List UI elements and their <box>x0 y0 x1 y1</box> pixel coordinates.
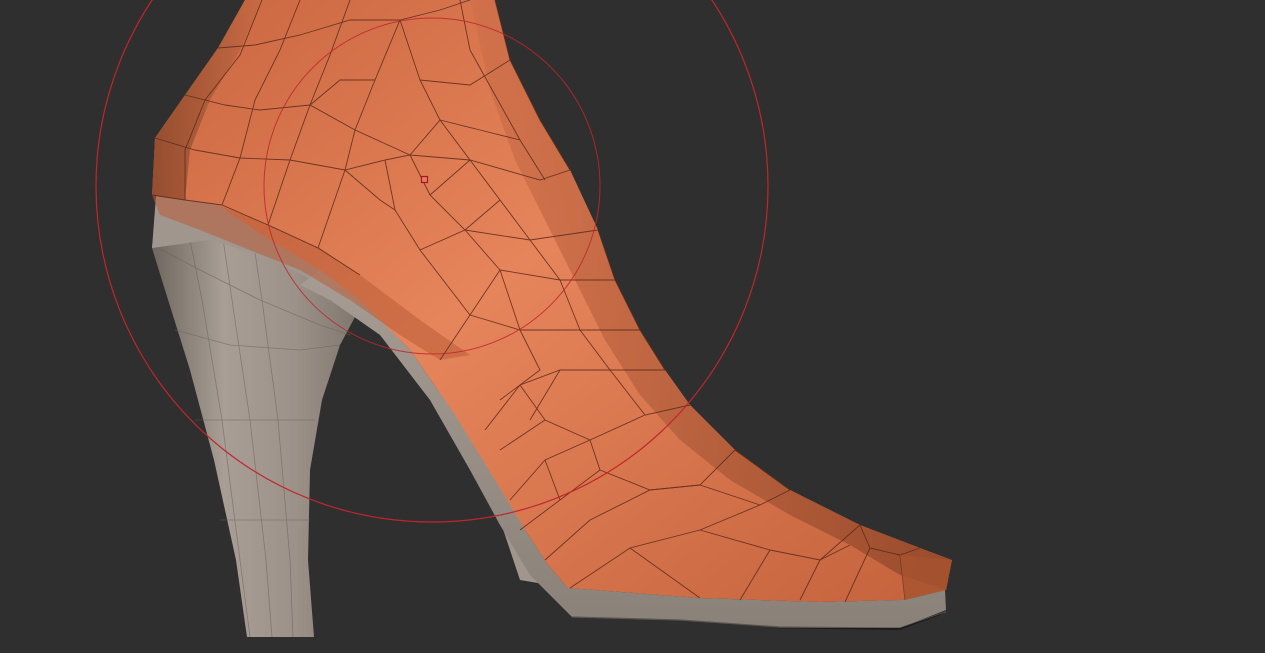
3d-viewport[interactable] <box>0 0 1265 653</box>
viewport-canvas[interactable] <box>0 0 1265 653</box>
square-dot-icon <box>420 175 429 184</box>
